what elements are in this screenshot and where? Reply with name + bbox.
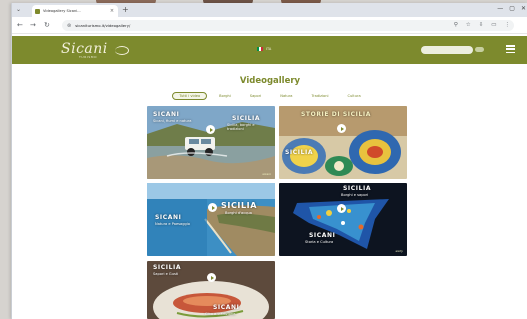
filter-sapori[interactable]: Sapori — [243, 92, 268, 100]
video-card[interactable]: SICANI Sicani, fiumi e natura SICILIA Si… — [147, 106, 275, 179]
logo-tagline: TURISMO — [79, 55, 98, 59]
filter-natura[interactable]: Natura — [273, 92, 299, 100]
web-page: Sicani TURISMO ITA Videogallery Tutti i … — [12, 34, 527, 319]
video-subtitle: Borghi e sapori — [341, 193, 369, 197]
site-logo[interactable]: Sicani TURISMO — [61, 40, 133, 60]
italy-flag-icon — [257, 47, 263, 51]
language-switcher[interactable]: ITA — [257, 47, 271, 51]
video-card[interactable]: SICILIA Sapori e Gusti SICANI Cibo e tra… — [147, 261, 275, 319]
sidebar-icon[interactable]: ▭ — [491, 22, 496, 28]
site-header: Sicani TURISMO ITA — [12, 36, 527, 64]
video-subtitle: Sicani, fiumi e natura — [153, 119, 192, 123]
video-title: STORIE DI SICILIA — [301, 111, 371, 118]
filter-cultura[interactable]: Cultura — [341, 92, 368, 100]
play-icon[interactable] — [337, 204, 346, 213]
video-title-secondary: SICILIA — [221, 201, 258, 210]
filter-borghi[interactable]: Borghi — [212, 92, 238, 100]
back-icon[interactable]: ← — [17, 21, 23, 29]
forward-icon[interactable]: → — [30, 21, 36, 29]
language-label: ITA — [266, 47, 272, 51]
play-icon[interactable] — [337, 124, 346, 133]
video-card[interactable]: STORIE DI SICILIA SICILIA — [279, 106, 407, 179]
url-text[interactable]: sicaniturismo.it/videogallery/ — [75, 23, 130, 28]
video-title: SICANI — [155, 214, 182, 221]
video-subtitle: Natura e Paesaggio — [155, 222, 191, 226]
video-title-secondary: SICILIA — [285, 149, 314, 156]
video-credit: sicani — [262, 172, 271, 176]
site-search-input[interactable] — [421, 46, 473, 54]
video-credit: sicily — [395, 249, 404, 253]
browser-tab[interactable]: Videogallery Sicani... × — [32, 5, 118, 17]
download-icon[interactable]: ⇩ — [479, 22, 484, 28]
address-bar[interactable]: ⊜ sicaniturismo.it/videogallery/ ⚲ ☆ ⇩ ▭… — [62, 20, 514, 31]
site-search-button[interactable] — [475, 47, 484, 52]
video-subtitle-secondary: Cibo e tradizione — [205, 312, 236, 316]
logo-swirl-icon — [115, 46, 129, 55]
play-icon[interactable] — [207, 273, 216, 282]
video-subtitle-secondary: Borghi d'acqua — [225, 211, 252, 215]
hamburger-icon[interactable] — [506, 45, 515, 53]
browser-menu-icon[interactable]: ⋮ — [505, 22, 511, 28]
browser-window: ⌄ Videogallery Sicani... × + — ▢ ✕ ← → ↻… — [11, 3, 527, 319]
close-window-icon[interactable]: ✕ — [521, 5, 526, 12]
maximize-icon[interactable]: ▢ — [509, 5, 515, 12]
category-filters: Tutti i video Borghi Sapori Natura Tradi… — [12, 92, 527, 100]
omnibox-actions: ⚲ ☆ ⇩ ▭ ⋮ — [454, 22, 510, 28]
filter-tradizioni[interactable]: Tradizioni — [305, 92, 336, 100]
minimize-icon[interactable]: — — [497, 5, 503, 12]
play-icon[interactable] — [208, 203, 217, 212]
play-icon[interactable] — [206, 125, 215, 134]
tab-list-icon[interactable]: ⌄ — [16, 6, 21, 13]
video-subtitle: Sapori e Gusti — [153, 272, 179, 276]
new-tab-button[interactable]: + — [122, 5, 129, 15]
filter-all[interactable]: Tutti i video — [172, 92, 208, 100]
zoom-icon[interactable]: ⚲ — [454, 22, 458, 28]
tab-bar: ⌄ Videogallery Sicani... × + — ▢ ✕ — [12, 3, 527, 17]
video-subtitle-secondary: Storia e Cultura — [305, 240, 334, 244]
reload-icon[interactable]: ↻ — [44, 21, 50, 29]
video-title-secondary: SICANI — [213, 304, 240, 311]
video-title: SICILIA — [343, 185, 372, 192]
video-title: SICILIA — [153, 264, 182, 271]
bookmark-star-icon[interactable]: ☆ — [466, 22, 471, 28]
video-card[interactable]: SICILIA Borghi e sapori SICANI Storia e … — [279, 183, 407, 256]
page-title: Videogallery — [239, 76, 301, 86]
favicon-icon — [35, 8, 40, 14]
tab-title: Videogallery Sicani... — [43, 9, 81, 13]
video-title-secondary: SICANI — [309, 232, 336, 239]
video-title: SICANI — [153, 111, 180, 118]
tab-close-icon[interactable]: × — [109, 8, 115, 14]
video-grid: SICANI Sicani, fiumi e natura SICILIA Si… — [147, 106, 407, 319]
video-subtitle-secondary: Sicilia, borghi e tradizioni — [227, 123, 255, 131]
site-info-icon[interactable]: ⊜ — [67, 23, 71, 29]
window-controls: — ▢ ✕ — [497, 5, 526, 12]
browser-toolbar: ← → ↻ ⊜ sicaniturismo.it/videogallery/ ⚲… — [12, 17, 527, 34]
video-card[interactable]: SICANI Natura e Paesaggio SICILIA Borghi… — [147, 183, 275, 256]
video-title-secondary: SICILIA — [232, 115, 261, 122]
